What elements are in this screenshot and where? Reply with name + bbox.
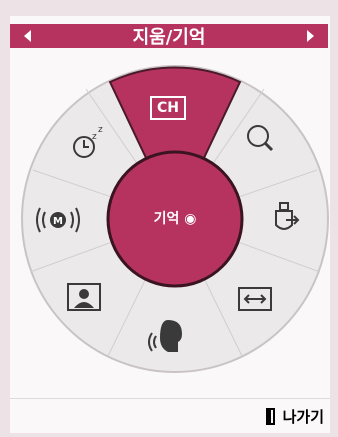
- exit-icon: [265, 408, 275, 425]
- ch-button[interactable]: CH: [150, 96, 186, 120]
- svg-text:z: z: [92, 132, 97, 142]
- svg-text:M: M: [53, 216, 63, 227]
- center-label: 기억 ◉: [153, 211, 197, 227]
- svg-text:z: z: [98, 125, 103, 135]
- footer-divider: [10, 398, 330, 399]
- exit-label: 나가기: [282, 408, 324, 426]
- exit-button[interactable]: 나가기: [265, 406, 324, 427]
